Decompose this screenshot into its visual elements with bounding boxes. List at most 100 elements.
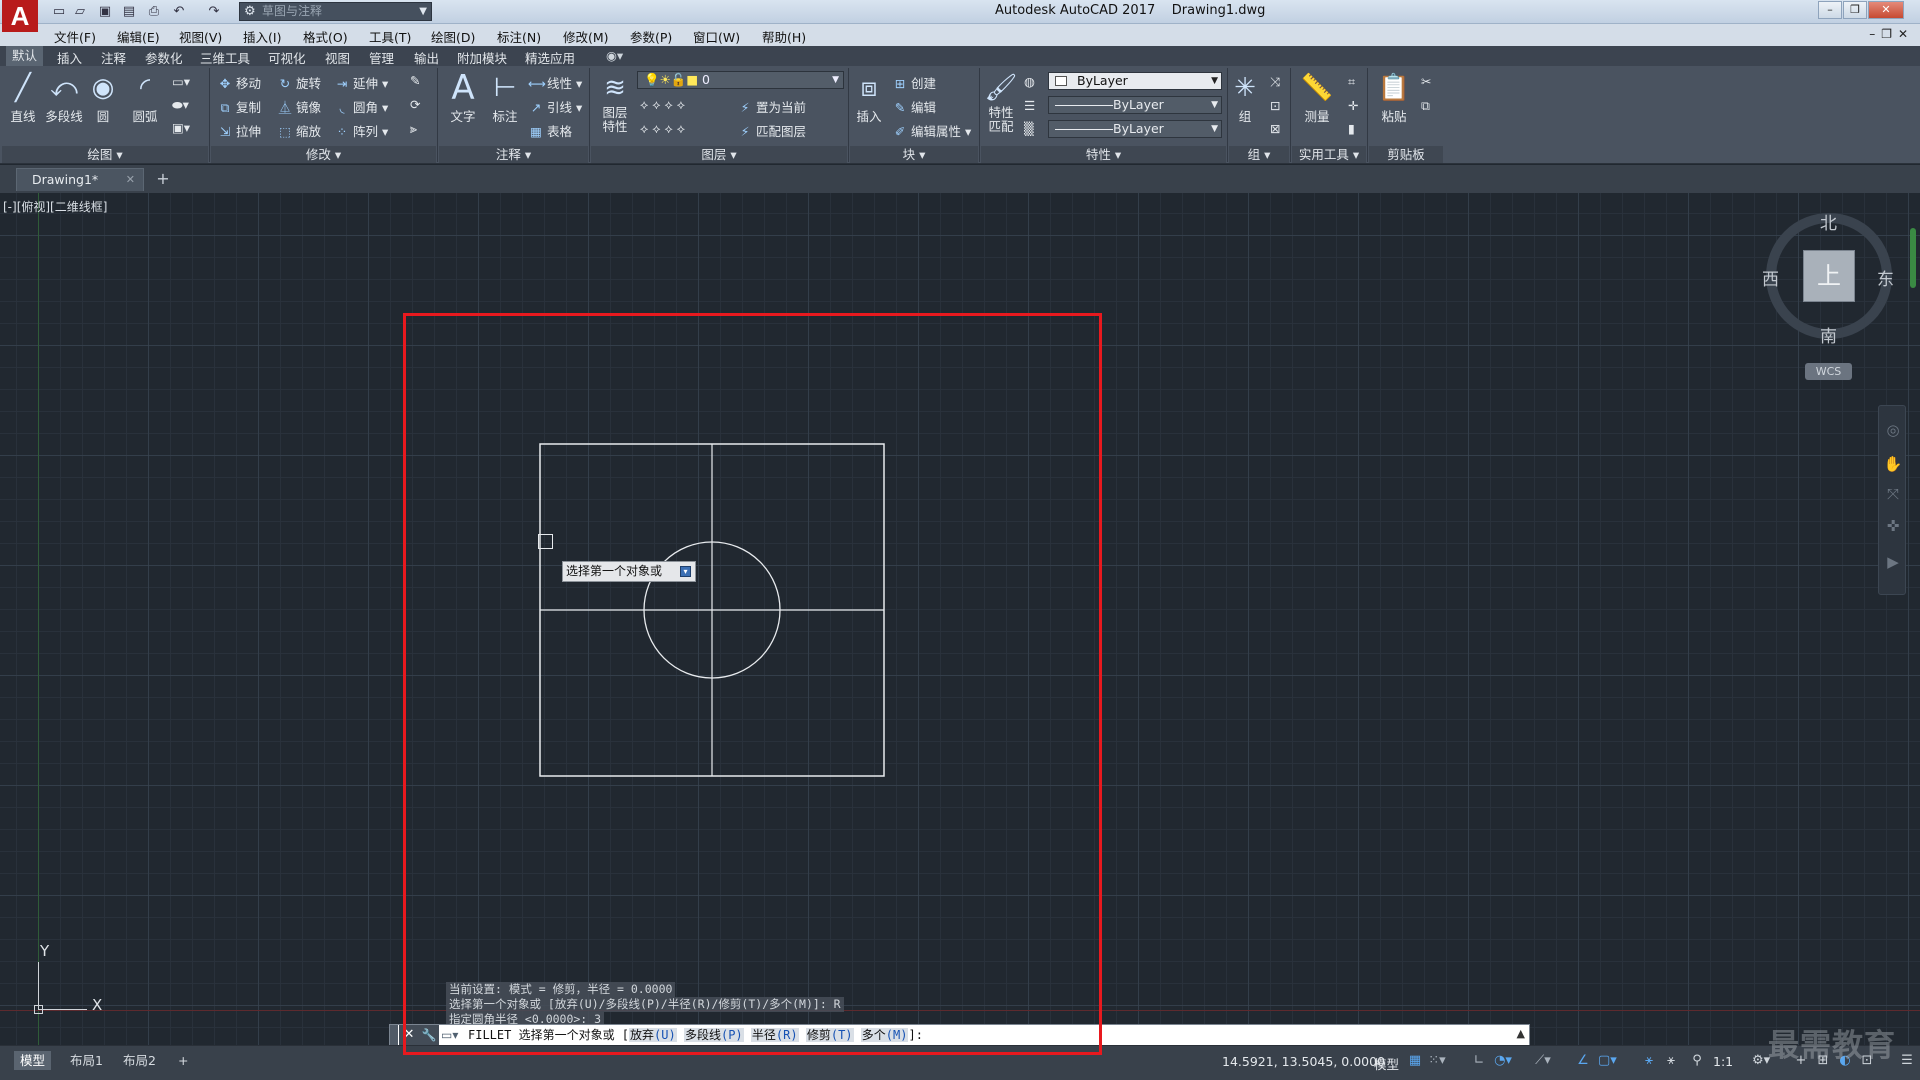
object-snap-icon[interactable]: ▢▾ (1598, 1052, 1617, 1070)
grid-icon[interactable]: ▦ (1406, 1052, 1424, 1070)
dimension-button[interactable]: ⊢ 标注 (488, 70, 522, 125)
tab-addins[interactable]: 附加模块 (457, 48, 507, 67)
layer-tools-row2[interactable]: ⟡ ⟡ ⟡ ⟡ (640, 121, 685, 137)
annotation-visibility-icon[interactable]: ⚹ (1640, 1052, 1658, 1070)
cursor-coordinates[interactable]: 14.5921, 13.5045, 0.0000 (1222, 1054, 1385, 1069)
command-option[interactable]: 放弃(U) (629, 1028, 677, 1042)
new-tab-button[interactable]: + (152, 171, 174, 189)
command-prompt[interactable]: FILLET 选择第一个对象或 [放弃(U) 多段线(P) 半径(R) 修剪(T… (468, 1027, 923, 1043)
layout-tab-layout1[interactable]: 布局1 (64, 1051, 109, 1070)
lineweight-dropdown[interactable]: ByLayer ▼ (1048, 120, 1222, 138)
menu-window[interactable]: 窗口(W) (693, 27, 740, 46)
object-snap-tracking-icon[interactable]: ∠ (1574, 1052, 1592, 1070)
move-button[interactable]: ✥ 移动 (217, 73, 261, 92)
properties-panel-title[interactable]: 特性 ▾ (981, 146, 1226, 163)
history-expand-icon[interactable]: ▲ (1517, 1027, 1525, 1040)
menu-draw[interactable]: 绘图(D) (431, 27, 475, 46)
menu-format[interactable]: 格式(O) (303, 27, 348, 46)
block-panel-title[interactable]: 块 ▾ (850, 146, 978, 163)
layer-properties-button[interactable]: ≋ 图层 特性 (596, 70, 634, 134)
tab-parametric[interactable]: 参数化 (145, 48, 183, 67)
match-properties-button[interactable]: 🖌 特性 匹配 (983, 70, 1019, 134)
polyline-button[interactable]: ⤺ 多段线 (43, 70, 85, 125)
command-option[interactable]: 多个(M) (860, 1028, 909, 1042)
print-icon[interactable]: ⎙ (145, 3, 163, 20)
create-block-button[interactable]: ⊞ 创建 (892, 73, 936, 92)
point-icon[interactable]: ✛ (1348, 98, 1358, 113)
scale-button[interactable]: ⬚ 缩放 (277, 121, 321, 140)
save-icon[interactable]: ▣ (96, 3, 114, 20)
workspace-dropdown[interactable]: ⚙ 草图与注释 ▼ (239, 2, 432, 21)
tab-view[interactable]: 视图 (325, 48, 350, 67)
wrench-icon[interactable]: 🔧 (419, 1025, 439, 1045)
file-tab-drawing1[interactable]: Drawing1* ✕ (16, 168, 144, 191)
wcs-menu-button[interactable]: WCS (1805, 363, 1852, 380)
command-option[interactable]: 修剪(T) (805, 1028, 854, 1042)
table-button[interactable]: ▦ 表格 (528, 121, 572, 140)
explode-icon[interactable]: ⟳ (410, 97, 420, 112)
tab-visualize[interactable]: 可视化 (268, 48, 306, 67)
region-icon[interactable]: ▣▾ (172, 120, 190, 135)
maximize-button[interactable]: ❐ (1843, 1, 1867, 19)
hatch-icon[interactable]: ⬬▾ (172, 97, 189, 113)
menu-insert[interactable]: 插入(I) (243, 27, 281, 46)
color-wheel-icon[interactable]: ◍ (1024, 74, 1035, 89)
group-edit-icon[interactable]: ⊡ (1270, 98, 1280, 113)
menu-tools[interactable]: 工具(T) (369, 27, 411, 46)
transparency-icon[interactable]: ▒ (1024, 121, 1034, 136)
linear-dimension-button[interactable]: ⟷线性 ▾ (528, 73, 582, 92)
command-line[interactable]: ✕ 🔧 ▭▾ FILLET 选择第一个对象或 [放弃(U) 多段线(P) 半径(… (389, 1024, 1530, 1046)
quickcalc-icon[interactable]: ▮ (1348, 121, 1355, 136)
tab-manage[interactable]: 管理 (369, 48, 394, 67)
tab-output[interactable]: 输出 (414, 48, 439, 67)
ungroup-icon[interactable]: ⤨ (1270, 74, 1280, 90)
menu-help[interactable]: 帮助(H) (762, 27, 806, 46)
circle-button[interactable]: ◉ 圆 (88, 70, 118, 125)
measure-button[interactable]: 📏 测量 (1296, 70, 1338, 125)
saveas-icon[interactable]: ▤ (120, 3, 138, 20)
auto-scale-icon[interactable]: ⚹ (1662, 1052, 1680, 1070)
cut-icon[interactable]: ✂ (1421, 74, 1431, 89)
offset-icon[interactable]: ⫸ (410, 121, 417, 137)
snap-icon[interactable]: ⁙▾ (1428, 1052, 1446, 1070)
minimize-button[interactable]: – (1818, 1, 1842, 19)
match-layer-button[interactable]: ⚡ 匹配图层 (737, 121, 806, 140)
extend-button[interactable]: ⇥ 延伸 ▾ (334, 73, 389, 92)
utilities-panel-title[interactable]: 实用工具 ▾ (1292, 146, 1366, 163)
layer-dropdown[interactable]: 💡☀🔓■ 0 ▼ (637, 71, 844, 89)
viewcube-top-face[interactable]: 上 (1803, 250, 1855, 302)
set-current-button[interactable]: ⚡ 置为当前 (737, 97, 806, 116)
leader-button[interactable]: ↗ 引线 ▾ (528, 97, 583, 116)
erase-icon[interactable]: ✎ (410, 73, 420, 88)
add-layout-button[interactable]: + (172, 1051, 194, 1070)
close-button[interactable]: ✕ (1868, 1, 1904, 19)
menu-parametric[interactable]: 参数(P) (630, 27, 672, 46)
color-dropdown[interactable]: ByLayer ▼ (1048, 72, 1222, 90)
menu-view[interactable]: 视图(V) (179, 27, 222, 46)
tab-default[interactable]: 默认 (6, 46, 44, 66)
isodraft-icon[interactable]: ⟋▾ (1534, 1052, 1552, 1070)
linetype-dropdown[interactable]: ByLayer ▼ (1048, 96, 1222, 114)
layout-tab-layout2[interactable]: 布局2 (117, 1051, 162, 1070)
calculator-icon[interactable]: ⌗ (1348, 74, 1355, 90)
draw-panel-title[interactable]: 绘图 ▾ (2, 146, 208, 163)
ribbon-options-icon[interactable]: ◉▾ (606, 48, 623, 63)
command-option[interactable]: 半径(R) (750, 1028, 799, 1042)
group-button[interactable]: ✳ 组 (1230, 70, 1260, 125)
clipboard-panel-title[interactable]: 剪贴板 (1369, 146, 1443, 163)
steering-wheel-icon[interactable]: ◎ (1883, 420, 1903, 440)
groups-panel-title[interactable]: 组 ▾ (1229, 146, 1289, 163)
recent-commands-icon[interactable]: ▭▾ (441, 1026, 465, 1044)
insert-block-button[interactable]: ⧈ 插入 (852, 70, 886, 125)
tab-insert[interactable]: 插入 (57, 48, 82, 67)
document-window-controls[interactable]: –❐✕ (1869, 27, 1914, 41)
customization-icon[interactable]: ☰ (1898, 1052, 1916, 1070)
tab-3d-tools[interactable]: 三维工具 (200, 48, 250, 67)
lineweight-icon[interactable]: ☰ (1024, 98, 1035, 113)
group-select-icon[interactable]: ⊠ (1270, 121, 1280, 136)
undo-icon[interactable]: ↶ (170, 3, 188, 20)
paste-button[interactable]: 📋 粘贴 (1375, 70, 1413, 125)
application-menu-button[interactable]: A (2, 0, 38, 32)
line-button[interactable]: ╱ 直线 (6, 70, 40, 125)
rectangle-icon[interactable]: ▭▾ (172, 74, 190, 89)
